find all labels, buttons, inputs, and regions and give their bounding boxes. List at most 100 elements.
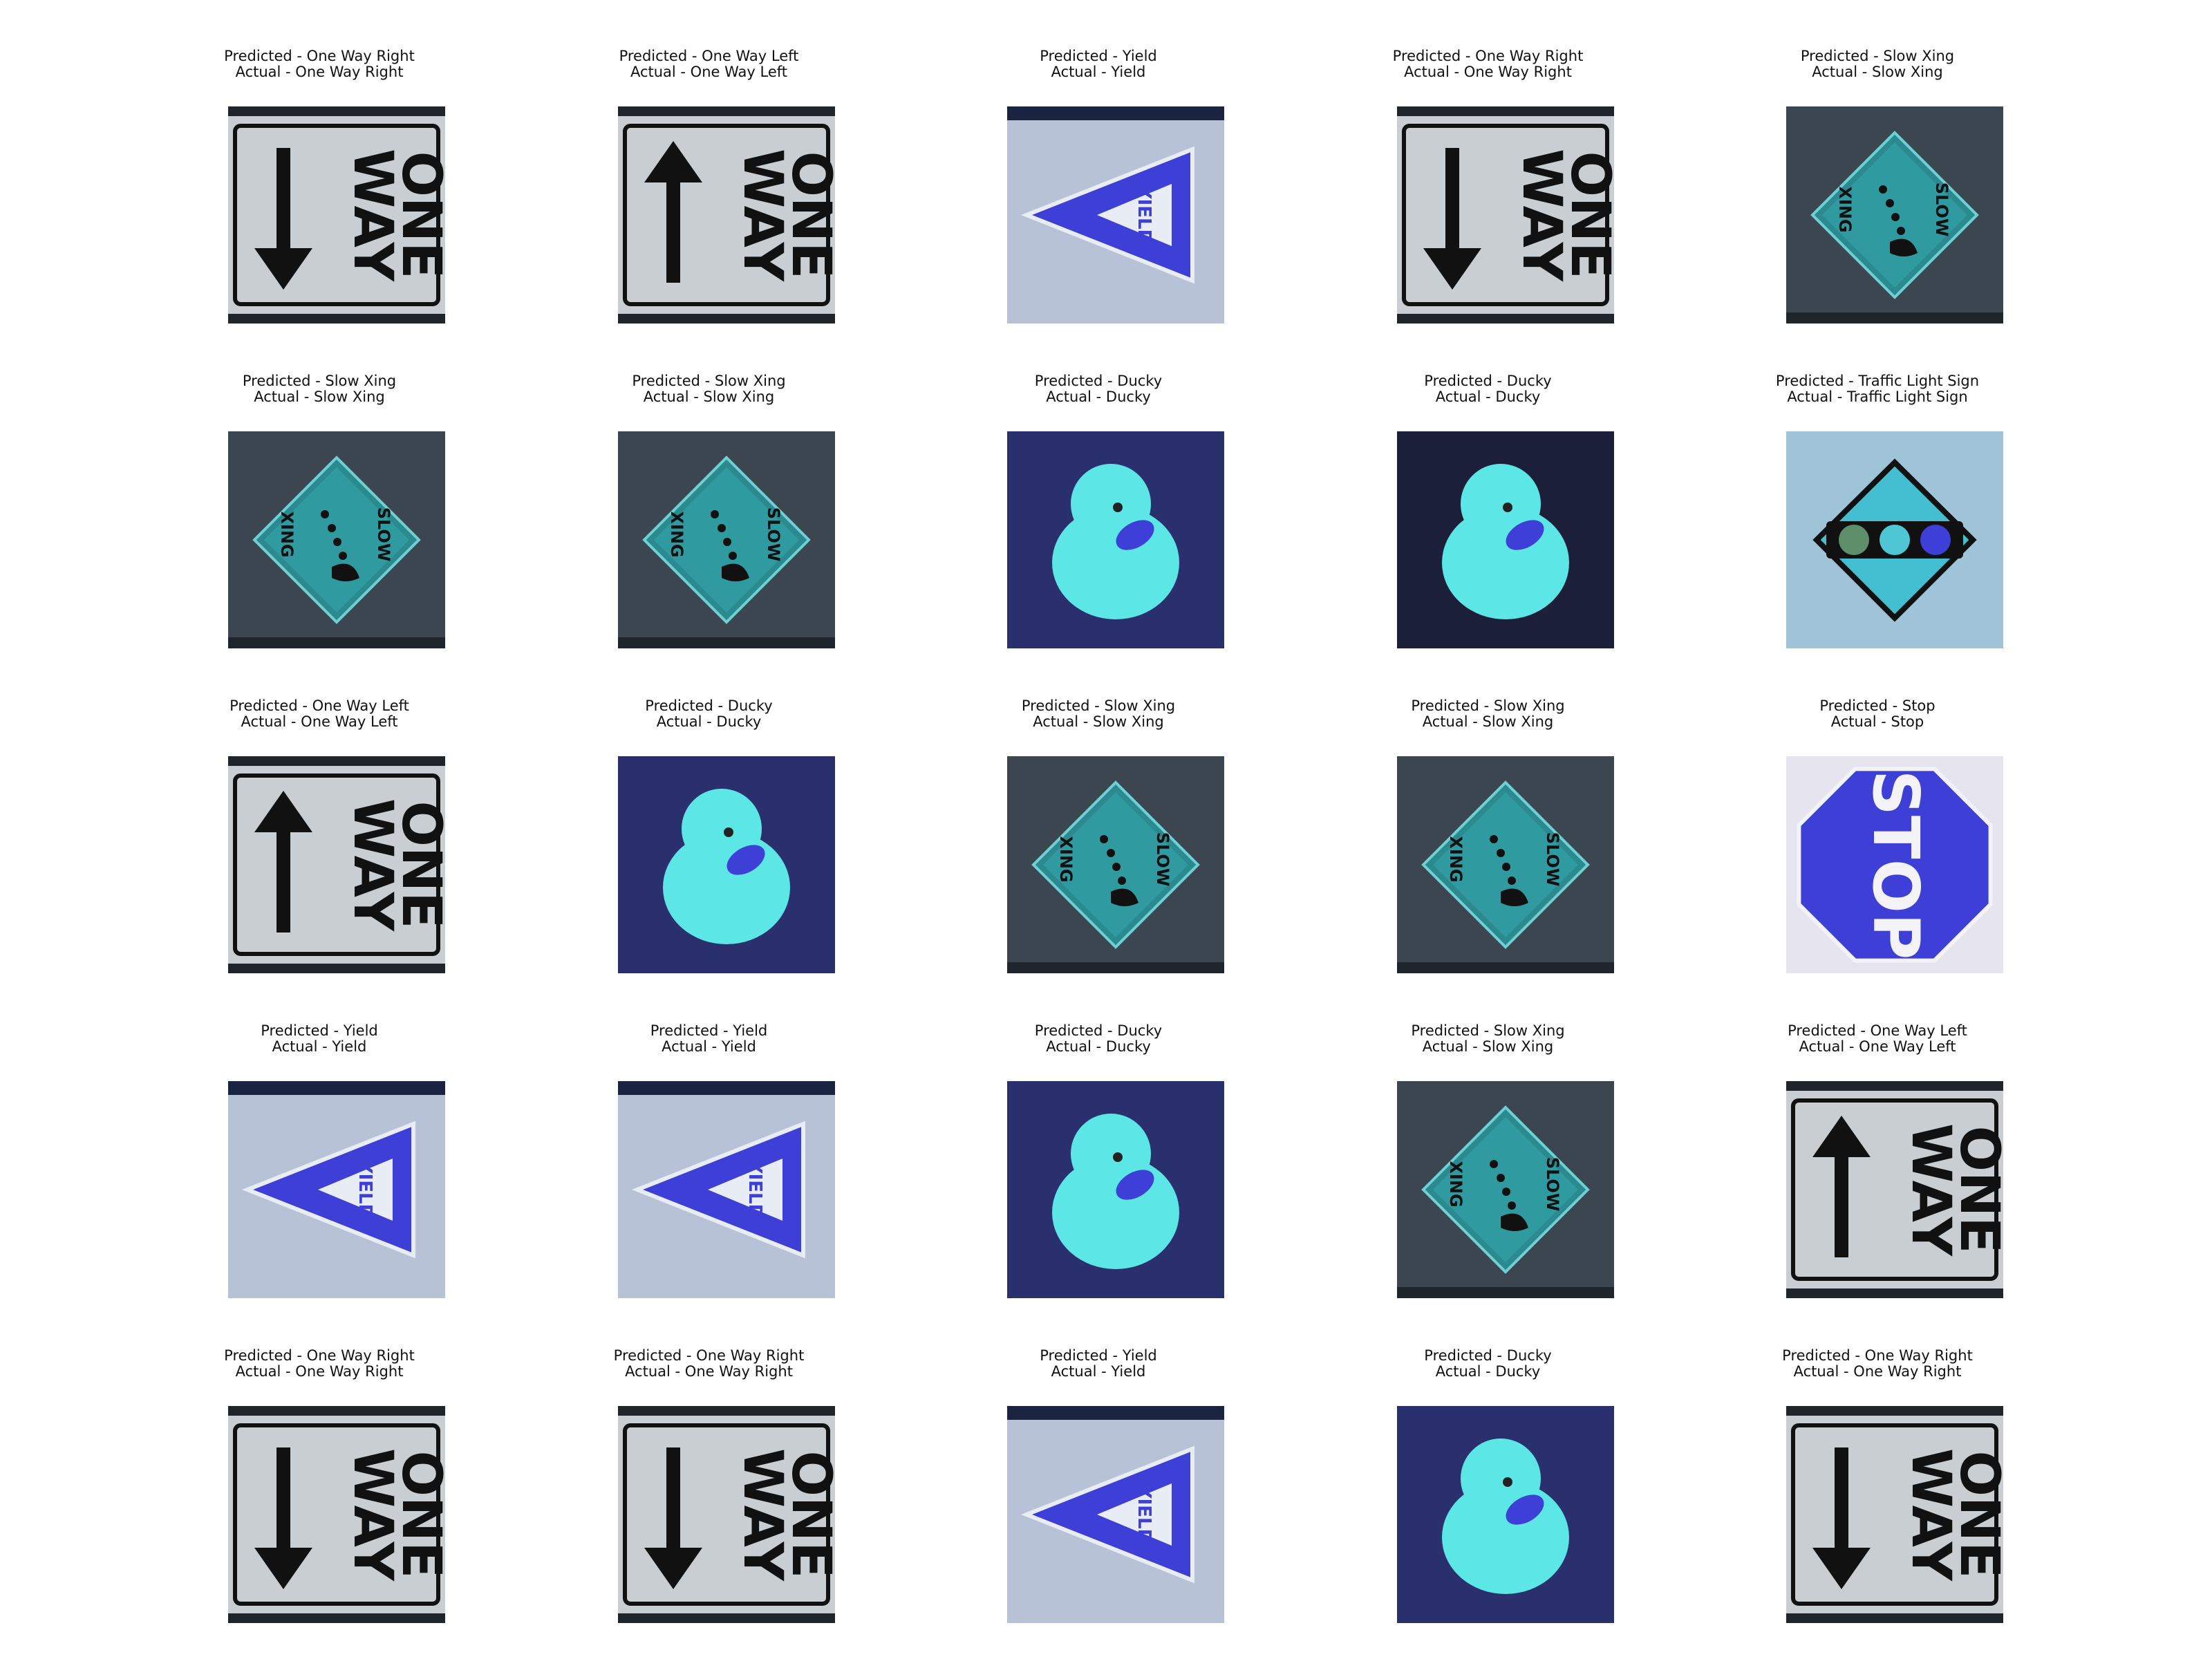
actual-label: Actual - Ducky	[1046, 1038, 1151, 1055]
panel-title: Predicted - One Way Left Actual - One Way…	[502, 48, 917, 80]
slow-xing-picture: SLOW XING	[1786, 106, 2003, 324]
thumbnail-image: YIELD	[1007, 1406, 1224, 1623]
one-way-left-picture: ONEWAY	[228, 756, 445, 973]
one-way-right-picture: ONEWAY	[1396, 106, 1614, 324]
one-way-right-picture: ONEWAY	[228, 1406, 445, 1623]
actual-label: Actual - Slow Xing	[1422, 1038, 1554, 1055]
actual-label: Actual - Slow Xing	[1422, 713, 1554, 730]
sign-text: SLOW	[1543, 832, 1562, 887]
panel: Predicted - One Way Left Actual - One Way…	[112, 698, 527, 988]
panel: Predicted - Slow Xing Actual - Slow Xing S…	[502, 373, 917, 664]
panel: Predicted - Yield Actual - Yield YIELD	[891, 48, 1306, 339]
panel: Predicted - Ducky Actual - Ducky	[1281, 373, 1696, 664]
predicted-label: Predicted - Ducky	[1424, 1347, 1552, 1364]
thumbnail-image	[1396, 1406, 1614, 1623]
sign-text: WAY	[341, 798, 404, 932]
sign-text: SLOW	[374, 507, 393, 562]
predicted-label: Predicted - Yield	[650, 1022, 768, 1039]
yield-picture: YIELD	[617, 1081, 835, 1298]
panel: Predicted - Traffic Light Sign Actual - T…	[1670, 373, 2085, 664]
one-way-right-picture: ONEWAY	[1786, 1406, 2003, 1623]
panel: Predicted - Slow Xing Actual - Slow Xing S…	[891, 698, 1306, 988]
actual-label: Actual - Stop	[1830, 713, 1924, 730]
panel-title: Predicted - Ducky Actual - Ducky	[502, 698, 917, 730]
panel: Predicted - One Way Left Actual - One Way…	[502, 48, 917, 339]
thumbnail-image: ONE WAY	[617, 1406, 835, 1623]
panel-title: Predicted - One Way Right Actual - One Wa…	[1670, 1348, 2085, 1380]
thumbnail-image: YIELD	[1007, 106, 1224, 324]
thumbnail-image: SLOW XING	[1396, 1081, 1614, 1298]
thumbnail-image: ONE WAY	[1396, 106, 1614, 324]
sign-text: STOP	[1859, 770, 1933, 960]
panel-title: Predicted - Yield Actual - Yield	[891, 48, 1306, 80]
predicted-label: Predicted - Ducky	[1034, 373, 1163, 389]
thumbnail-image: SLOW XING	[617, 431, 835, 648]
one-way-left-picture: ONEWAY	[617, 106, 835, 324]
panel: Predicted - Stop Actual - Stop STOP	[1670, 698, 2085, 988]
panel: Predicted - One Way Right Actual - One Wa…	[112, 1348, 527, 1638]
sign-text: XING	[667, 511, 686, 557]
thumbnail-image	[1396, 431, 1614, 648]
predicted-label: Predicted - Yield	[1040, 48, 1157, 64]
panel-title: Predicted - Slow Xing Actual - Slow Xing	[112, 373, 527, 405]
actual-label: Actual - Ducky	[656, 713, 762, 730]
actual-label: Actual - Yield	[662, 1038, 756, 1055]
panel-title: Predicted - Yield Actual - Yield	[891, 1348, 1306, 1380]
yield-picture: YIELD	[1007, 106, 1224, 324]
thumbnail-image: SLOW XING	[228, 431, 445, 648]
thumbnail-image	[1786, 431, 2003, 648]
panel-title: Predicted - Stop Actual - Stop	[1670, 698, 2085, 730]
predicted-label: Predicted - Yield	[261, 1022, 378, 1039]
one-way-right-picture: ONEWAY	[228, 106, 445, 324]
slow-xing-picture: SLOW XING	[228, 431, 445, 648]
thumbnail-image: ONE WAY	[617, 106, 835, 324]
ducky-picture	[1007, 431, 1224, 648]
sign-text: WAY	[731, 149, 794, 282]
one-way-left-picture: ONEWAY	[1786, 1081, 2003, 1298]
panel: Predicted - Ducky Actual - Ducky	[502, 698, 917, 988]
predicted-label: Predicted - One Way Right	[224, 1347, 415, 1364]
thumbnail-image	[617, 756, 835, 973]
actual-label: Actual - One Way Right	[625, 1363, 793, 1380]
panel: Predicted - One Way Left Actual - One Way…	[1670, 1023, 2085, 1313]
thumbnail-image: ONE WAY	[1786, 1406, 2003, 1623]
actual-label: Actual - Yield	[1051, 1363, 1146, 1380]
actual-label: Actual - Yield	[1051, 64, 1146, 80]
thumbnail-image	[1007, 1081, 1224, 1298]
actual-label: Actual - Yield	[272, 1038, 367, 1055]
sign-text: WAY	[1510, 149, 1573, 282]
panel: Predicted - Ducky Actual - Ducky	[891, 1023, 1306, 1313]
predicted-label: Predicted - Slow Xing	[1021, 697, 1176, 714]
sign-text: YIELD	[355, 1160, 375, 1219]
panel-title: Predicted - One Way Right Actual - One Wa…	[502, 1348, 917, 1380]
panel: Predicted - Yield Actual - Yield YIELD	[891, 1348, 1306, 1638]
sign-text: YIELD	[1134, 185, 1154, 244]
panel: Predicted - Slow Xing Actual - Slow Xing S…	[1670, 48, 2085, 339]
slow-xing-picture: SLOW XING	[617, 431, 835, 648]
actual-label: Actual - One Way Right	[235, 1363, 404, 1380]
panel-title: Predicted - Traffic Light Sign Actual - T…	[1670, 373, 2085, 405]
panel-title: Predicted - One Way Left Actual - One Way…	[1670, 1023, 2085, 1055]
predicted-label: Predicted - Ducky	[1034, 1022, 1163, 1039]
sign-text: SLOW	[1932, 182, 1951, 237]
predicted-label: Predicted - Stop	[1819, 697, 1936, 714]
panel-title: Predicted - One Way Right Actual - One Wa…	[1281, 48, 1696, 80]
thumbnail-image	[1007, 431, 1224, 648]
actual-label: Actual - Traffic Light Sign	[1787, 388, 1968, 405]
panel-title: Predicted - Ducky Actual - Ducky	[1281, 1348, 1696, 1380]
thumbnail-image: SLOW XING	[1786, 106, 2003, 324]
actual-label: Actual - One Way Left	[241, 713, 398, 730]
panel-title: Predicted - Slow Xing Actual - Slow Xing	[1281, 1023, 1696, 1055]
predicted-label: Predicted - Ducky	[645, 697, 773, 714]
panel: Predicted - Ducky Actual - Ducky	[1281, 1348, 1696, 1638]
predicted-label: Predicted - One Way Right	[1392, 48, 1584, 64]
panel: Predicted - Yield Actual - Yield YIELD	[112, 1023, 527, 1313]
actual-label: Actual - Slow Xing	[1812, 64, 1943, 80]
thumbnail-image: ONE WAY	[228, 106, 445, 324]
ducky-picture	[617, 756, 835, 973]
panel: Predicted - One Way Right Actual - One Wa…	[112, 48, 527, 339]
actual-label: Actual - One Way Left	[1799, 1038, 1956, 1055]
sign-text: WAY	[341, 149, 404, 282]
yield-picture: YIELD	[1007, 1406, 1224, 1623]
panel-title: Predicted - Slow Xing Actual - Slow Xing	[1281, 698, 1696, 730]
